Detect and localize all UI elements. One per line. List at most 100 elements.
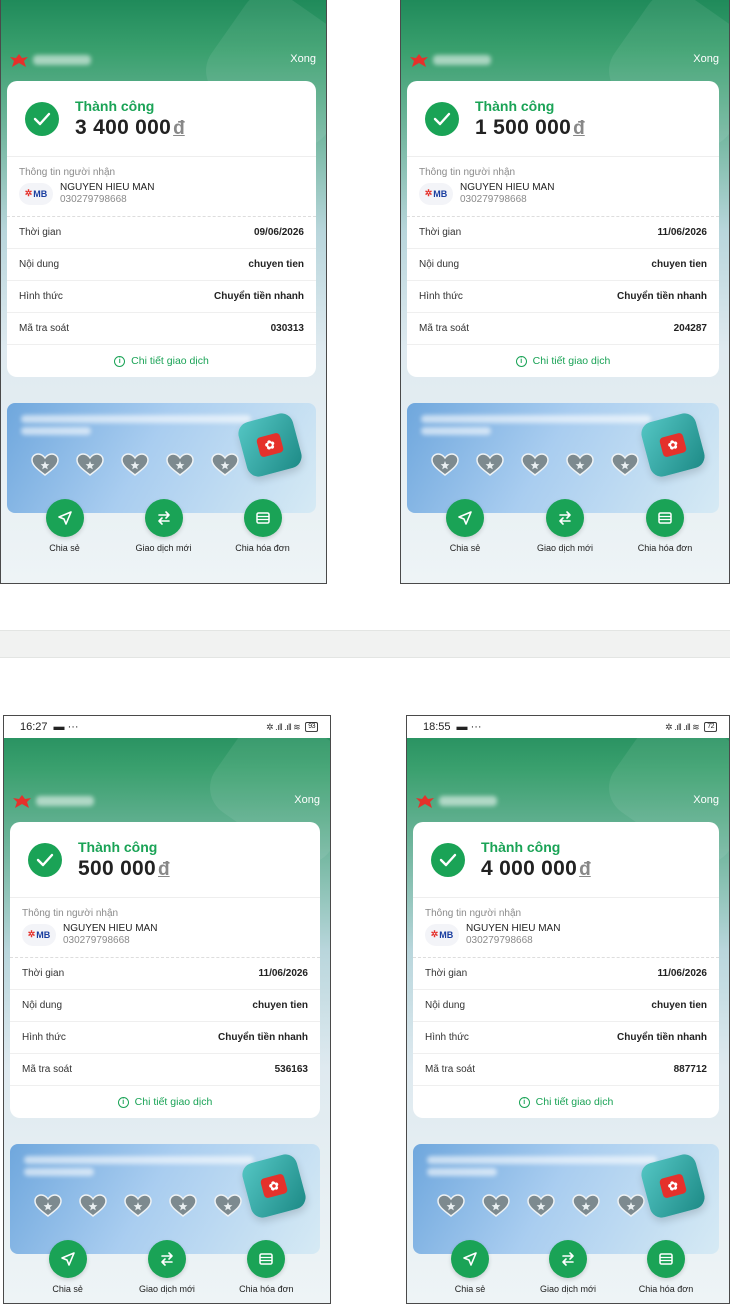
currency-symbol: đ: [573, 117, 585, 139]
recipient-account: 030279798668: [460, 194, 527, 205]
success-header: Thành công 1 500 000 đ: [407, 81, 719, 157]
action-swap-button[interactable]: Giao dịch mới: [122, 1240, 212, 1294]
success-check-icon: [425, 101, 459, 136]
recipient-section: Thông tin người nhận ✲ MB NGUYEN HIEU MAN…: [413, 898, 719, 958]
done-button[interactable]: Xong: [294, 794, 320, 806]
action-swap-button[interactable]: Giao dịch mới: [119, 499, 209, 553]
heart-rating-icon[interactable]: [34, 1194, 62, 1218]
transaction-amount: 4 000 000: [481, 856, 578, 880]
info-icon: i: [518, 1096, 530, 1108]
promo-banner[interactable]: ✿: [7, 403, 316, 513]
done-button[interactable]: Xong: [290, 53, 316, 65]
action-bar: Chia sẻ Giao dịch mới Chia hóa đơn: [4, 1240, 330, 1294]
heart-rating-icon[interactable]: [124, 1194, 152, 1218]
action-label: Chia sẻ: [49, 543, 80, 553]
screenshot-collage: Xong Thành công 3 400 000 đ Thông tin ng…: [0, 0, 730, 1304]
notification-icon: ▬ ···: [53, 721, 79, 733]
info-value: 11/06/2026: [657, 227, 708, 238]
heart-rating-icon[interactable]: [169, 1194, 197, 1218]
info-label: Mã tra soát: [419, 323, 470, 334]
heart-rating-icon[interactable]: [79, 1194, 107, 1218]
info-row: Hình thức Chuyển tiền nhanh: [407, 281, 719, 313]
bank-app-logo: [409, 52, 491, 68]
recipient-section: Thông tin người nhận ✲ MB NGUYEN HIEU MAN…: [7, 157, 316, 217]
recipient-title: Thông tin người nhận: [419, 167, 516, 178]
info-icon: i: [515, 355, 527, 367]
heart-rating-icon[interactable]: [566, 453, 594, 477]
action-send-button[interactable]: Chia sẻ: [20, 499, 110, 553]
info-row: Nội dung chuyen tien: [10, 990, 320, 1022]
heart-rating-icon[interactable]: [572, 1194, 600, 1218]
banner-text-redacted: [21, 427, 91, 435]
heart-rating-icon[interactable]: [476, 453, 504, 477]
action-label: Chia sẻ: [449, 543, 481, 553]
rating-hearts: [34, 1194, 242, 1218]
heart-rating-icon[interactable]: [121, 453, 149, 477]
done-button[interactable]: Xong: [693, 53, 719, 65]
banner-text-redacted: [421, 415, 651, 423]
action-swap-button[interactable]: Giao dịch mới: [523, 1240, 613, 1294]
action-receipt-button[interactable]: Chia hóa đơn: [621, 1240, 711, 1294]
send-icon[interactable]: [48, 1240, 87, 1278]
receipt-icon[interactable]: [243, 499, 282, 537]
receipt-icon[interactable]: [247, 1240, 286, 1278]
transaction-detail-link[interactable]: i Chi tiết giao dịch: [413, 1086, 719, 1118]
receipt-icon[interactable]: [647, 1240, 685, 1278]
transaction-detail-link[interactable]: i Chi tiết giao dịch: [7, 345, 316, 377]
swap-icon[interactable]: [546, 499, 584, 537]
info-label: Hình thức: [22, 1032, 66, 1043]
heart-rating-icon[interactable]: [617, 1194, 645, 1218]
done-button[interactable]: Xong: [693, 794, 719, 806]
transaction-detail-link[interactable]: i Chi tiết giao dịch: [10, 1086, 320, 1118]
bank-name-redacted: [36, 796, 94, 806]
notification-icon: ▬ ···: [456, 721, 482, 733]
info-row: Hình thức Chuyển tiền nhanh: [10, 1022, 320, 1054]
promo-banner[interactable]: ✿: [407, 403, 719, 513]
currency-symbol: đ: [158, 858, 170, 880]
bank-name-redacted: [433, 55, 491, 65]
heart-rating-icon[interactable]: [437, 1194, 465, 1218]
transaction-detail-link[interactable]: i Chi tiết giao dịch: [407, 345, 719, 377]
receipt-screen: Xong Thành công 3 400 000 đ Thông tin ng…: [0, 0, 327, 584]
info-icon: i: [114, 355, 126, 367]
action-send-button[interactable]: Chia sẻ: [420, 499, 510, 553]
action-receipt-button[interactable]: Chia hóa đơn: [221, 1240, 311, 1294]
swap-icon[interactable]: [144, 499, 183, 537]
mb-bank-logo: ✲ MB: [19, 182, 53, 205]
info-value: chuyen tien: [252, 1000, 308, 1011]
heart-rating-icon[interactable]: [431, 453, 459, 477]
heart-rating-icon[interactable]: [166, 453, 194, 477]
heart-rating-icon[interactable]: [214, 1194, 242, 1218]
action-receipt-button[interactable]: Chia hóa đơn: [620, 499, 710, 553]
swap-icon[interactable]: [147, 1240, 186, 1278]
heart-rating-icon[interactable]: [211, 453, 239, 477]
info-value: Chuyển tiền nhanh: [214, 291, 304, 302]
heart-rating-icon[interactable]: [521, 453, 549, 477]
action-receipt-button[interactable]: Chia hóa đơn: [218, 499, 308, 553]
swap-icon[interactable]: [549, 1240, 587, 1278]
info-value: 536163: [274, 1064, 308, 1075]
mb-bank-logo: ✲ MB: [22, 923, 56, 946]
send-icon[interactable]: [446, 499, 484, 537]
mb-bank-logo: ✲ MB: [425, 923, 459, 946]
action-send-button[interactable]: Chia sẻ: [23, 1240, 113, 1294]
info-value: 030313: [270, 323, 304, 334]
banner-text-redacted: [427, 1168, 497, 1176]
send-icon[interactable]: [45, 499, 84, 537]
info-value: Chuyển tiền nhanh: [617, 291, 707, 302]
heart-rating-icon[interactable]: [482, 1194, 510, 1218]
promo-banner[interactable]: ✿: [10, 1144, 320, 1254]
heart-rating-icon[interactable]: [527, 1194, 555, 1218]
heart-rating-icon[interactable]: [76, 453, 104, 477]
promo-banner[interactable]: ✿: [413, 1144, 719, 1254]
heart-rating-icon[interactable]: [611, 453, 639, 477]
transaction-status: Thành công: [481, 838, 561, 855]
action-swap-button[interactable]: Giao dịch mới: [520, 499, 610, 553]
send-icon[interactable]: [451, 1240, 489, 1278]
rating-hearts: [31, 453, 239, 477]
heart-rating-icon[interactable]: [31, 453, 59, 477]
transaction-amount: 3 400 000: [75, 115, 172, 139]
bank-logo-icon: [416, 795, 434, 808]
receipt-icon[interactable]: [646, 499, 684, 537]
action-send-button[interactable]: Chia sẻ: [425, 1240, 515, 1294]
